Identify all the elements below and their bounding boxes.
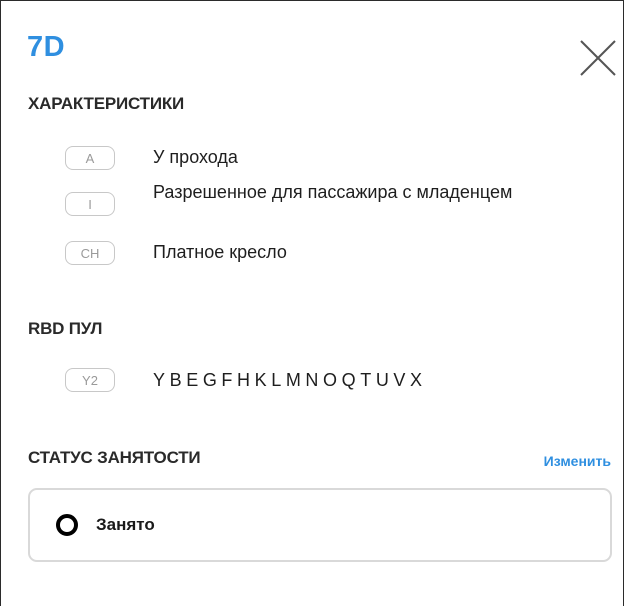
status-ring-icon — [56, 514, 78, 536]
characteristic-code-badge: CH — [65, 241, 115, 265]
seat-details-panel: 7D ХАРАКТЕРИСТИКИ A У прохода I Разрешен… — [0, 0, 624, 606]
rbd-pool-heading: RBD ПУЛ — [28, 319, 103, 338]
change-status-link[interactable]: Изменить — [544, 453, 611, 469]
characteristic-label: У прохода — [153, 147, 238, 167]
occupancy-status-label: Занято — [96, 515, 155, 534]
characteristic-label: Разрешенное для пассажира с младенцем — [153, 182, 513, 202]
rbd-pool-code-badge: Y2 — [65, 368, 115, 392]
characteristic-label: Платное кресло — [153, 242, 287, 262]
occupancy-status-box[interactable]: Занято — [28, 488, 612, 562]
characteristic-code-badge: A — [65, 146, 115, 170]
characteristic-item: I Разрешенное для пассажира с младенцем — [65, 181, 553, 216]
rbd-classes-text: YBEGFHKLMNOQTUVX — [153, 369, 427, 390]
occupancy-status-heading: СТАТУС ЗАНЯТОСТИ — [28, 448, 201, 467]
seat-number-title: 7D — [27, 31, 66, 63]
characteristic-item: A У прохода — [65, 146, 553, 170]
characteristic-code-badge: I — [65, 192, 115, 216]
characteristics-heading: ХАРАКТЕРИСТИКИ — [28, 94, 185, 113]
close-button[interactable] — [577, 37, 619, 79]
rbd-pool-row: Y2 YBEGFHKLMNOQTUVX — [65, 368, 427, 392]
close-icon — [577, 37, 619, 79]
characteristic-item: CH Платное кресло — [65, 241, 553, 265]
